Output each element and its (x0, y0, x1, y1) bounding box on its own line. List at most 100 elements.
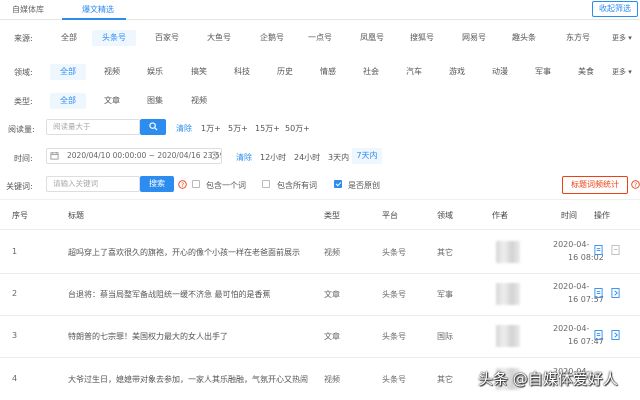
row-domain: 其它 (437, 248, 453, 257)
keyword-search-button[interactable]: 搜索 (140, 176, 174, 192)
domain-more-toggle[interactable]: 更多 ▾ (612, 67, 632, 77)
domain-option-food[interactable]: 美食 (570, 64, 602, 80)
header-author: 作者 (492, 211, 508, 220)
tab-hot-articles[interactable]: 爆文精选 (82, 4, 114, 15)
source-option-qie[interactable]: 企鹅号 (250, 30, 294, 46)
row-type: 视频 (324, 248, 340, 257)
help-icon[interactable]: ? (178, 180, 187, 189)
time-option-24h[interactable]: 24小时 (294, 152, 320, 163)
row-domain: 军事 (437, 290, 453, 299)
active-tab-indicator (62, 18, 126, 20)
row-divider (0, 273, 640, 274)
time-option-3d[interactable]: 3天内 (328, 152, 349, 163)
domain-option-funny[interactable]: 搞笑 (183, 64, 215, 80)
export-icon[interactable] (611, 330, 620, 340)
source-option-sohu[interactable]: 搜狐号 (400, 30, 444, 46)
top-tabs: 自媒体库 爆文精选 收起筛选 (0, 0, 640, 20)
reads-input[interactable]: 阅读量大于 (46, 119, 140, 135)
keyword-input[interactable]: 请输入关键词 (46, 176, 140, 192)
row-domain: 其它 (437, 375, 453, 384)
row-index: 4 (12, 374, 18, 383)
source-option-dayu[interactable]: 大鱼号 (197, 30, 241, 46)
domain-option-entertainment[interactable]: 娱乐 (139, 64, 171, 80)
reads-option-150k[interactable]: 15万+ (255, 123, 280, 134)
domain-option-anime[interactable]: 动漫 (484, 64, 516, 80)
export-icon[interactable] (611, 245, 620, 255)
svg-text:?: ? (181, 183, 184, 189)
reads-option-50k[interactable]: 5万+ (228, 123, 248, 134)
header-platform: 平台 (382, 211, 398, 220)
reads-label: 阅读量: (8, 125, 35, 134)
reads-search-button[interactable] (140, 119, 166, 135)
domain-option-history[interactable]: 历史 (269, 64, 301, 80)
type-option-all[interactable]: 全部 (50, 93, 86, 109)
header-index: 序号 (12, 211, 28, 220)
title-word-frequency-button[interactable]: 标题词频统计 (562, 176, 628, 194)
source-option-baijia[interactable]: 百家号 (145, 30, 189, 46)
row-platform: 头条号 (382, 332, 406, 341)
time-range-input[interactable]: 2020/04/10 00:00:00 ~ 2020/04/16 23:59:5… (46, 148, 222, 164)
domain-option-emotion[interactable]: 情感 (312, 64, 344, 80)
help-icon-2[interactable]: ? (631, 180, 640, 189)
domain-option-game[interactable]: 游戏 (441, 64, 473, 80)
row-type: 文章 (324, 290, 340, 299)
row-index: 3 (12, 331, 18, 340)
author-avatar-blurred (496, 283, 520, 305)
header-time: 时间 (561, 211, 577, 220)
time-range-value: 2020/04/10 00:00:00 ~ 2020/04/16 23:59:5… (67, 151, 222, 160)
row-type: 视频 (324, 375, 340, 384)
domain-option-society[interactable]: 社会 (355, 64, 387, 80)
row-index: 2 (12, 289, 18, 298)
source-option-fenghuang[interactable]: 凤凰号 (350, 30, 394, 46)
checkbox-contains-any[interactable] (192, 180, 200, 188)
domain-option-military[interactable]: 军事 (527, 64, 559, 80)
collapse-filter-button[interactable]: 收起筛选 (592, 1, 638, 17)
clock-icon (210, 151, 219, 160)
source-option-yidian[interactable]: 一点号 (298, 30, 342, 46)
document-icon[interactable] (594, 288, 603, 298)
reads-clear-link[interactable]: 清除 (176, 123, 192, 134)
type-label: 类型: (14, 97, 33, 106)
source-option-qutoutiao[interactable]: 趣头条 (502, 30, 546, 46)
row-platform: 头条号 (382, 290, 406, 299)
type-option-video[interactable]: 视频 (183, 93, 215, 109)
row-domain: 国际 (437, 332, 453, 341)
time-option-7d[interactable]: 7天内 (352, 148, 382, 164)
checkbox-contains-all-label: 包含所有词 (277, 181, 317, 190)
document-icon[interactable] (594, 245, 603, 255)
author-avatar-blurred (496, 325, 520, 347)
source-option-wangyi[interactable]: 网易号 (452, 30, 496, 46)
source-option-toutiao[interactable]: 头条号 (92, 30, 136, 46)
domain-option-car[interactable]: 汽车 (398, 64, 430, 80)
type-option-article[interactable]: 文章 (96, 93, 128, 109)
row-title[interactable]: 特朗普的七宗罪！美国权力最大的女人出手了 (68, 331, 228, 342)
checkbox-contains-all[interactable] (262, 180, 270, 188)
domain-option-all[interactable]: 全部 (50, 64, 86, 80)
domain-option-video[interactable]: 视频 (96, 64, 128, 80)
reads-option-500k[interactable]: 50万+ (285, 123, 310, 134)
tab-media-library[interactable]: 自媒体库 (12, 4, 44, 15)
type-option-gallery[interactable]: 图集 (139, 93, 171, 109)
table-top-border (0, 199, 640, 200)
checkbox-original[interactable] (334, 180, 342, 188)
reads-option-10k[interactable]: 1万+ (201, 123, 221, 134)
row-title[interactable]: 超吗穿上了喜欢很久的旗袍，开心的像个小孩一样在老爸面前展示 (68, 247, 300, 258)
document-icon[interactable] (594, 330, 603, 340)
source-option-all[interactable]: 全部 (52, 30, 86, 46)
time-label: 时间: (14, 154, 33, 163)
search-icon (148, 122, 158, 131)
row-index: 1 (12, 247, 18, 256)
source-more-toggle[interactable]: 更多 ▾ (612, 33, 632, 43)
row-title[interactable]: 台退将：蔡当局整军备战阻统一缓不济急 最可怕的是香蕉 (68, 289, 271, 300)
time-option-12h[interactable]: 12小时 (260, 152, 286, 163)
header-type: 类型 (324, 211, 340, 220)
domain-option-tech[interactable]: 科技 (226, 64, 258, 80)
row-time-date: 2020-04- (553, 282, 590, 291)
row-time-date: 2020-04- (553, 240, 590, 249)
row-type: 文章 (324, 332, 340, 341)
source-option-dongfang[interactable]: 东方号 (556, 30, 600, 46)
export-icon[interactable] (611, 288, 620, 298)
checkbox-contains-any-label: 包含一个词 (206, 181, 246, 190)
row-title[interactable]: 大爷过生日，媳媳带对象去参加，一家人其乐融融，气氛开心又热闹 (68, 374, 308, 385)
time-clear-link[interactable]: 清除 (236, 152, 252, 163)
